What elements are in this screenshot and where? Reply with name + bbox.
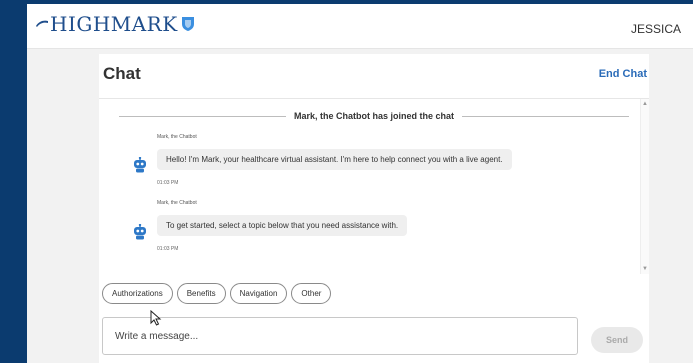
quick-reply-other[interactable]: Other [291,283,332,304]
quick-reply-authorizations[interactable]: Authorizations [102,283,173,304]
quick-reply-options: Authorizations Benefits Navigation Other [102,283,332,304]
message-timestamp: 01:03 PM [157,246,179,252]
logo-text: HIGHMARK [50,12,178,36]
top-navigation-bar: HIGHMARK JESSICA [27,4,693,49]
send-button[interactable]: Send [591,327,643,353]
chat-header: Chat End Chat [99,54,649,99]
scroll-up-icon[interactable]: ▲ [642,101,648,107]
swoosh-icon [36,20,48,27]
mouse-cursor-icon [150,310,162,326]
message-timestamp: 01:03 PM [157,180,179,186]
divider-line [462,115,629,117]
message-sender: Mark, the Chatbot [157,134,197,140]
message-input[interactable] [102,317,578,355]
chat-title: Chat [103,64,141,83]
joined-notice-text: Mark, the Chatbot has joined the chat [293,111,455,121]
chat-message-bubble: Hello! I'm Mark, your healthcare virtual… [157,149,512,170]
shield-icon [181,17,194,31]
robot-avatar-icon [134,157,146,173]
chat-message-bubble: To get started, select a topic below tha… [157,215,408,236]
divider-line [119,115,286,117]
quick-reply-navigation[interactable]: Navigation [229,283,288,304]
quick-reply-benefits[interactable]: Benefits [176,283,226,304]
message-sender: Mark, the Chatbot [157,200,197,206]
robot-avatar-icon [134,224,146,240]
user-name[interactable]: JESSICA [631,22,681,36]
end-chat-button[interactable]: End Chat [599,68,647,80]
scroll-down-icon[interactable]: ▼ [642,266,648,272]
joined-notice: Mark, the Chatbot has joined the chat [119,109,629,123]
transcript-scrollbar[interactable]: ▲ ▼ [640,99,649,274]
highmark-logo[interactable]: HIGHMARK [35,12,195,36]
browser-frame: HIGHMARK JESSICA Chat End Chat Mark, the… [27,4,693,363]
chat-transcript[interactable]: Mark, the Chatbot has joined the chat Ma… [99,99,649,274]
